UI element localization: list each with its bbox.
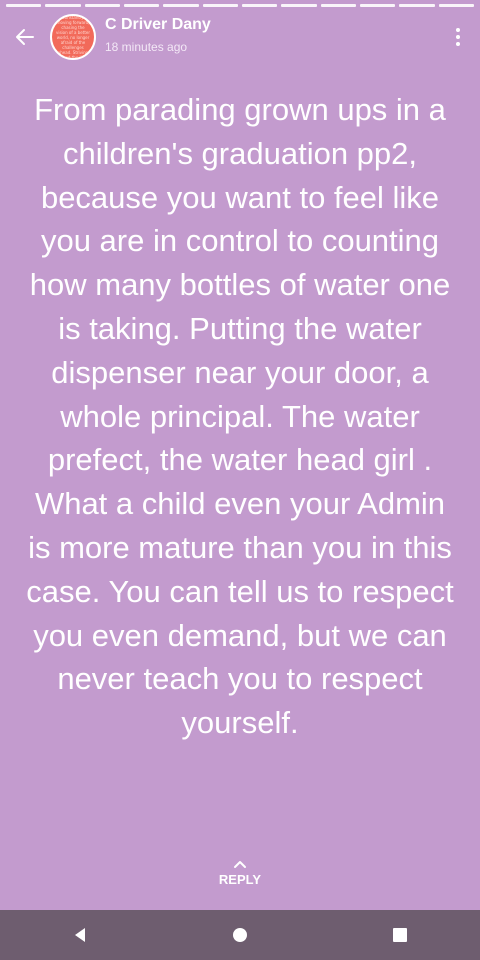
- triangle-back-icon: [75, 928, 85, 942]
- progress-segment: [281, 4, 317, 7]
- back-button[interactable]: [10, 22, 40, 52]
- progress-segment: [202, 4, 238, 7]
- status-progress-bar: [6, 4, 474, 7]
- more-vertical-icon: [456, 28, 460, 32]
- progress-segment: [163, 4, 199, 7]
- reply-label: REPLY: [218, 872, 262, 887]
- nav-back-button[interactable]: [50, 910, 110, 960]
- avatar-text: the one constantly moving forward, chasi…: [55, 14, 91, 60]
- progress-segment: [123, 4, 160, 7]
- arrow-left-icon: [16, 29, 34, 45]
- more-options-button[interactable]: [448, 22, 468, 52]
- status-text: From parading grown ups in a children's …: [26, 92, 454, 741]
- progress-segment: [45, 4, 81, 7]
- avatar[interactable]: the one constantly moving forward, chasi…: [50, 14, 96, 60]
- system-navigation-bar: [0, 910, 480, 960]
- progress-segment: [241, 4, 278, 7]
- nav-recents-button[interactable]: [370, 910, 430, 960]
- progress-segment: [6, 4, 42, 7]
- progress-segment: [359, 4, 396, 7]
- progress-segment: [84, 4, 120, 7]
- circle-home-icon: [233, 928, 247, 942]
- more-vertical-icon: [456, 42, 460, 46]
- progress-segment: [320, 4, 356, 7]
- status-header: the one constantly moving forward, chasi…: [0, 12, 480, 60]
- reply-button[interactable]: REPLY: [0, 858, 480, 902]
- progress-segment: [399, 4, 435, 7]
- nav-home-button[interactable]: [210, 910, 270, 960]
- square-recents-icon: [393, 928, 407, 942]
- progress-segment: [438, 4, 474, 7]
- timestamp: 18 minutes ago: [105, 40, 188, 54]
- more-vertical-icon: [456, 35, 460, 39]
- author-name: C Driver Dany: [105, 16, 211, 33]
- chevron-up-icon: [234, 861, 246, 868]
